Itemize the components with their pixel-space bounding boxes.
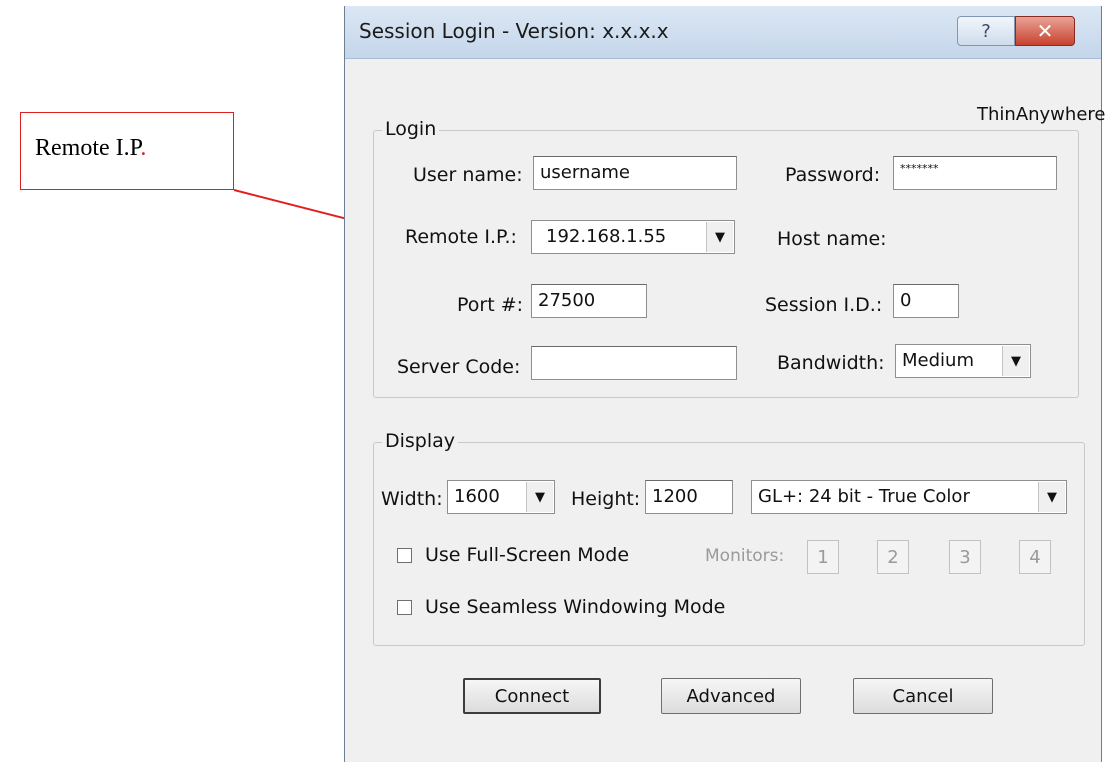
width-label: Width: — [381, 488, 443, 510]
seamless-checkbox[interactable] — [397, 600, 412, 615]
connect-button[interactable]: Connect — [463, 678, 601, 714]
monitor-1-button[interactable]: 1 — [807, 540, 839, 574]
chevron-down-icon[interactable]: ▼ — [1038, 482, 1065, 512]
bandwidth-value: Medium — [902, 350, 974, 371]
username-input[interactable]: username — [533, 156, 737, 190]
callout-box: Remote I.P. — [20, 112, 234, 190]
cancel-button[interactable]: Cancel — [853, 678, 993, 714]
bandwidth-select[interactable]: Medium ▼ — [895, 344, 1031, 378]
height-label: Height: — [571, 488, 641, 510]
password-input[interactable]: ******* — [893, 156, 1057, 190]
port-input[interactable]: 27500 — [531, 284, 647, 318]
seamless-label[interactable]: Use Seamless Windowing Mode — [425, 596, 725, 618]
server-code-input[interactable] — [531, 346, 737, 380]
display-legend: Display — [382, 430, 459, 452]
width-select[interactable]: 1600 ▼ — [447, 480, 555, 514]
help-button[interactable]: ? — [957, 16, 1015, 46]
title-bar: Session Login - Version: x.x.x.x ? ✕ — [345, 6, 1101, 59]
remote-ip-value: 192.168.1.55 — [546, 226, 667, 247]
question-icon: ? — [981, 20, 991, 42]
chevron-down-icon[interactable]: ▼ — [706, 222, 733, 252]
password-label: Password: — [785, 164, 881, 186]
session-id-label: Session I.D.: — [765, 294, 883, 316]
color-mode-select[interactable]: GL+: 24 bit - True Color ▼ — [751, 480, 1067, 514]
brand-label: ThinAnywhere — [977, 104, 1106, 125]
height-input[interactable]: 1200 — [645, 480, 733, 514]
login-legend: Login — [382, 118, 440, 140]
color-mode-value: GL+: 24 bit - True Color — [758, 486, 970, 507]
fullscreen-label[interactable]: Use Full-Screen Mode — [425, 544, 629, 566]
chevron-down-icon[interactable]: ▼ — [1002, 346, 1029, 376]
window-title: Session Login - Version: x.x.x.x — [359, 19, 669, 43]
session-id-input[interactable]: 0 — [893, 284, 959, 318]
monitor-4-button[interactable]: 4 — [1019, 540, 1051, 574]
port-label: Port #: — [457, 294, 524, 316]
close-icon: ✕ — [1036, 19, 1054, 43]
monitor-3-button[interactable]: 3 — [949, 540, 981, 574]
advanced-button[interactable]: Advanced — [661, 678, 801, 714]
width-value: 1600 — [454, 486, 500, 507]
monitor-2-button[interactable]: 2 — [877, 540, 909, 574]
session-login-window: Session Login - Version: x.x.x.x ? ✕ Thi… — [344, 6, 1106, 762]
close-button[interactable]: ✕ — [1015, 16, 1075, 46]
chevron-down-icon[interactable]: ▼ — [526, 482, 553, 512]
callout-text: Remote I.P. — [35, 135, 147, 161]
username-label: User name: — [413, 164, 523, 186]
remote-ip-label: Remote I.P.: — [405, 226, 517, 248]
bandwidth-label: Bandwidth: — [777, 352, 885, 374]
host-name-label: Host name: — [777, 228, 887, 250]
remote-ip-select[interactable]: 192.168.1.55 ▼ — [531, 220, 735, 254]
server-code-label: Server Code: — [397, 356, 521, 378]
monitors-label: Monitors: — [705, 546, 785, 566]
fullscreen-checkbox[interactable] — [397, 548, 412, 563]
